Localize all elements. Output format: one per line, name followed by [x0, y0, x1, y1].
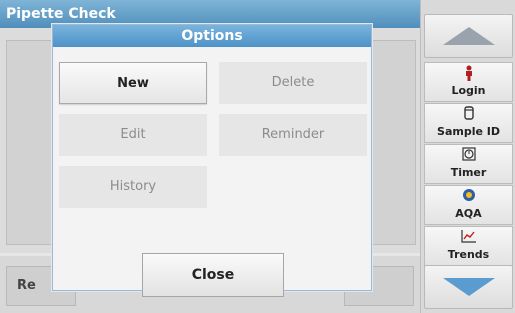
sidebar-item-label: Login [451, 84, 486, 97]
sidebar-item-label: Timer [450, 166, 487, 179]
sidebar-item-timer[interactable]: Timer [424, 144, 513, 184]
sidebar-item-trends[interactable]: Trends [424, 226, 513, 266]
right-sidebar: Login Sample ID Timer AQA Trends [420, 0, 515, 313]
sidebar-item-label: Trends [447, 248, 490, 261]
scroll-down-button[interactable] [424, 265, 513, 309]
trends-chart-icon [425, 229, 512, 247]
person-icon [425, 65, 512, 83]
arrow-up-icon [442, 27, 495, 45]
sidebar-item-sample-id[interactable]: Sample ID [424, 103, 513, 143]
edit-button[interactable]: Edit [59, 114, 207, 156]
history-button[interactable]: History [59, 166, 207, 208]
sidebar-item-login[interactable]: Login [424, 62, 513, 102]
arrow-down-icon [442, 278, 495, 296]
modal-overlay: Options New Delete Edit Reminder History… [0, 0, 420, 313]
new-button[interactable]: New [59, 62, 207, 104]
dialog-title: Options [53, 25, 371, 47]
aqa-icon [425, 188, 512, 206]
sample-tube-icon [425, 106, 512, 124]
reminder-button[interactable]: Reminder [219, 114, 367, 156]
options-dialog: Options New Delete Edit Reminder History… [52, 24, 372, 297]
sidebar-item-label: AQA [455, 207, 482, 220]
timer-icon [425, 147, 512, 165]
scroll-up-button[interactable] [424, 14, 513, 58]
close-button[interactable]: Close [142, 253, 284, 297]
sidebar-item-aqa[interactable]: AQA [424, 185, 513, 225]
delete-button[interactable]: Delete [219, 62, 367, 104]
screen: Pipette Check Re art Login Sample ID [0, 0, 515, 313]
sidebar-item-label: Sample ID [437, 125, 500, 138]
